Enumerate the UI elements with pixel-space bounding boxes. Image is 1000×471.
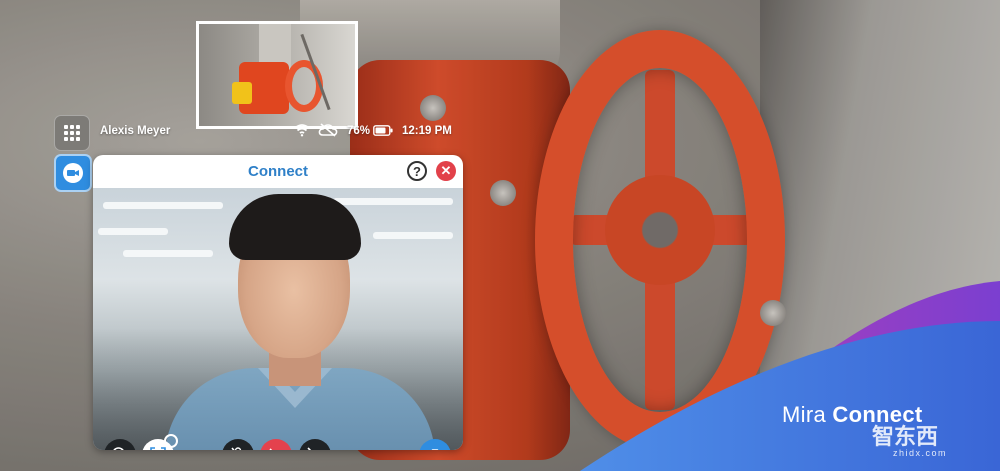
user-name: Alexis Meyer	[100, 125, 171, 137]
connect-panel: Connect ? ✕	[93, 155, 463, 450]
camera-icon	[431, 449, 439, 450]
video-off-icon	[307, 447, 312, 450]
person-hair	[229, 194, 361, 260]
help-button[interactable]: ?	[407, 161, 427, 181]
phone-hangup-icon	[269, 448, 273, 450]
close-button[interactable]: ✕	[436, 161, 456, 181]
microphone-off-icon	[231, 447, 242, 450]
cloud-off-icon	[318, 123, 338, 137]
remote-video-feed	[93, 188, 463, 450]
loading-spinner	[164, 434, 178, 448]
site-watermark-url: zhidx.com	[893, 448, 948, 458]
wifi-icon	[294, 124, 310, 137]
remote-preview-thumbnail[interactable]	[196, 21, 358, 129]
site-watermark: 智东西	[872, 424, 939, 449]
panel-header: Connect ? ✕	[93, 155, 463, 188]
scan-icon	[150, 447, 166, 450]
battery-percent: 76%	[347, 125, 371, 137]
video-camera-icon[interactable]	[54, 154, 92, 192]
grid-icon[interactable]	[54, 115, 90, 151]
clock: 12:19 PM	[402, 125, 452, 137]
zoom-in-icon	[113, 447, 124, 450]
battery-icon	[373, 125, 393, 136]
